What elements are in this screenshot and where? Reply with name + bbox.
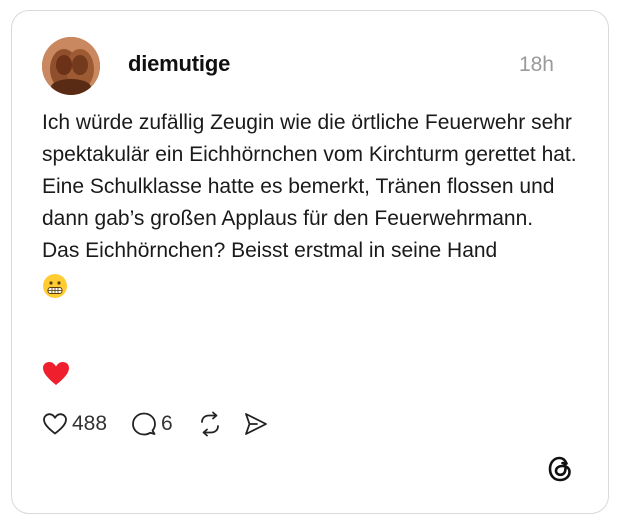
username[interactable]: diemutige — [128, 51, 230, 77]
post-card: diemutige 18h Ich würde zufällig Zeugin … — [11, 10, 609, 514]
reply-button[interactable]: 6 — [131, 411, 173, 437]
post-timestamp: 18h — [518, 53, 554, 76]
post-body: Ich würde zufällig Zeugin wie die örtlic… — [42, 107, 582, 309]
repost-icon — [200, 411, 219, 437]
post-text-paragraph: Ich würde zufällig Zeugin wie die örtlic… — [42, 111, 577, 230]
threads-logo-icon — [546, 455, 574, 483]
red-heart-emoji — [42, 361, 70, 387]
send-icon — [244, 413, 267, 435]
share-button[interactable] — [243, 411, 269, 437]
like-button[interactable]: 488 — [42, 412, 107, 436]
reply-count: 6 — [161, 412, 173, 435]
avatar[interactable] — [42, 37, 100, 95]
like-count: 488 — [72, 412, 108, 435]
heart-outline-icon — [43, 413, 67, 435]
comment-icon — [132, 412, 156, 436]
post-text-line: Das Eichhörnchen? Beisst erstmal in sein… — [42, 239, 498, 262]
grimacing-face-emoji — [42, 273, 68, 299]
avatar-image — [42, 37, 100, 95]
repost-button[interactable] — [197, 411, 223, 437]
action-bar: 488 6 — [42, 409, 269, 439]
